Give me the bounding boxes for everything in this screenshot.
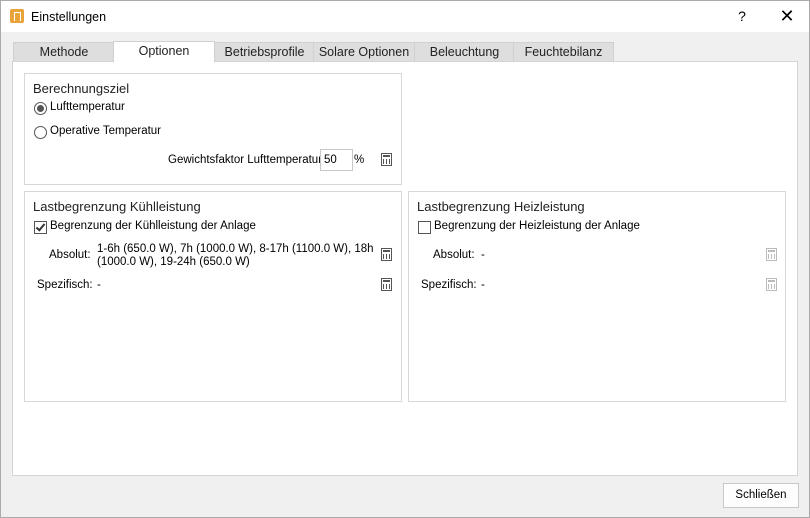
- tab-methode[interactable]: Methode: [13, 42, 115, 61]
- radio-lufttemperatur[interactable]: [34, 102, 47, 115]
- absolute-value-line2: (1000.0 W), 19-24h (650.0 W): [97, 256, 250, 268]
- group-title: Berechnungsziel: [33, 81, 130, 96]
- specific-value: -: [97, 279, 101, 291]
- radio-operative-temperatur[interactable]: [34, 126, 47, 139]
- absolute-label: Absolut:: [49, 249, 91, 261]
- window-title: Einstellungen: [31, 10, 107, 24]
- close-icon[interactable]: ✕: [770, 3, 804, 29]
- calculator-icon[interactable]: [381, 278, 392, 291]
- group-heating-limit: Lastbegrenzung Heizleistung Begrenzung d…: [408, 191, 786, 402]
- tab-solare-optionen[interactable]: Solare Optionen: [313, 42, 415, 61]
- specific-label: Spezifisch:: [421, 279, 477, 291]
- weight-factor-input[interactable]: 50: [320, 149, 353, 171]
- cooling-limit-checkbox[interactable]: [34, 221, 47, 234]
- radio-label[interactable]: Operative Temperatur: [50, 125, 161, 137]
- tab-panel-optionen: Berechnungsziel Lufttemperatur Operative…: [12, 61, 798, 476]
- absolute-value-line1: 1-6h (650.0 W), 7h (1000.0 W), 8-17h (11…: [97, 243, 374, 255]
- checkbox-label[interactable]: Begrenzung der Kühlleistung der Anlage: [50, 220, 256, 232]
- calculator-icon: [766, 248, 777, 261]
- tab-feuchtebilanz[interactable]: Feuchtebilanz: [513, 42, 614, 61]
- weight-unit: %: [354, 154, 365, 166]
- group-cooling-limit: Lastbegrenzung Kühlleistung Begrenzung d…: [24, 191, 402, 402]
- calculator-icon: [766, 278, 777, 291]
- group-title: Lastbegrenzung Kühlleistung: [33, 199, 201, 214]
- tab-betriebsprofile[interactable]: Betriebsprofile: [214, 42, 315, 61]
- group-title: Lastbegrenzung Heizleistung: [417, 199, 585, 214]
- close-button[interactable]: Schließen: [723, 483, 799, 508]
- title-bar: Einstellungen ? ✕: [1, 1, 809, 32]
- absolute-label: Absolut:: [433, 249, 475, 261]
- group-berechnungsziel: Berechnungsziel Lufttemperatur Operative…: [24, 73, 402, 185]
- app-icon: [10, 9, 24, 23]
- radio-label[interactable]: Lufttemperatur: [50, 101, 125, 113]
- checkbox-label[interactable]: Begrenzung der Heizleistung der Anlage: [434, 220, 640, 232]
- calculator-icon[interactable]: [381, 153, 392, 166]
- specific-value: -: [481, 279, 485, 291]
- specific-label: Spezifisch:: [37, 279, 93, 291]
- weight-factor-label: Gewichtsfaktor Lufttemperatur: [168, 154, 323, 166]
- calculator-icon[interactable]: [381, 248, 392, 261]
- heating-limit-checkbox[interactable]: [418, 221, 431, 234]
- help-button[interactable]: ?: [728, 3, 756, 29]
- absolute-value: -: [481, 249, 485, 261]
- tab-optionen[interactable]: Optionen: [113, 41, 215, 62]
- tab-beleuchtung[interactable]: Beleuchtung: [414, 42, 515, 61]
